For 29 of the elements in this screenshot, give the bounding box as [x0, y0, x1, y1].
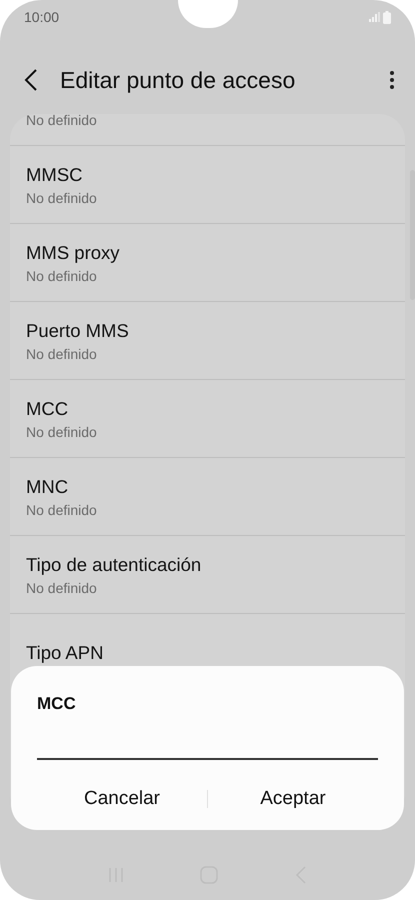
item-title: MMS proxy: [26, 242, 120, 264]
settings-item[interactable]: MNC No definido: [10, 457, 405, 535]
item-value: No definido: [26, 268, 97, 284]
item-title: Tipo APN: [26, 642, 104, 664]
item-title: Tipo de autenticación: [26, 554, 202, 576]
settings-item[interactable]: Tipo de autenticación No definido: [10, 535, 405, 613]
item-title: MNC: [26, 476, 68, 498]
item-value: No definido: [26, 346, 97, 362]
item-title: MCC: [26, 398, 68, 420]
dialog-title: MCC: [37, 694, 76, 714]
settings-item[interactable]: MMSC No definido: [10, 145, 405, 223]
settings-item[interactable]: MCC No definido: [10, 379, 405, 457]
item-value: No definido: [26, 114, 97, 128]
signal-icon: [369, 12, 380, 22]
settings-item[interactable]: Puerto MMS No definido: [10, 301, 405, 379]
item-value: No definido: [26, 580, 97, 596]
item-value: No definido: [26, 502, 97, 518]
item-value: No definido: [26, 190, 97, 206]
dialog-button[interactable]: Aceptar: [208, 780, 378, 818]
status-time: 10:00: [24, 9, 60, 25]
settings-item[interactable]: MMS proxy No definido: [10, 223, 405, 301]
battery-icon: [383, 10, 391, 24]
dialog-button[interactable]: Cancelar: [37, 780, 207, 818]
more-options-icon[interactable]: [389, 70, 395, 90]
settings-item[interactable]: No definido: [10, 114, 405, 145]
item-title: Puerto MMS: [26, 320, 129, 342]
page-title: Editar punto de acceso: [60, 66, 296, 94]
item-title: MMSC: [26, 164, 83, 186]
item-value: No definido: [26, 424, 97, 440]
